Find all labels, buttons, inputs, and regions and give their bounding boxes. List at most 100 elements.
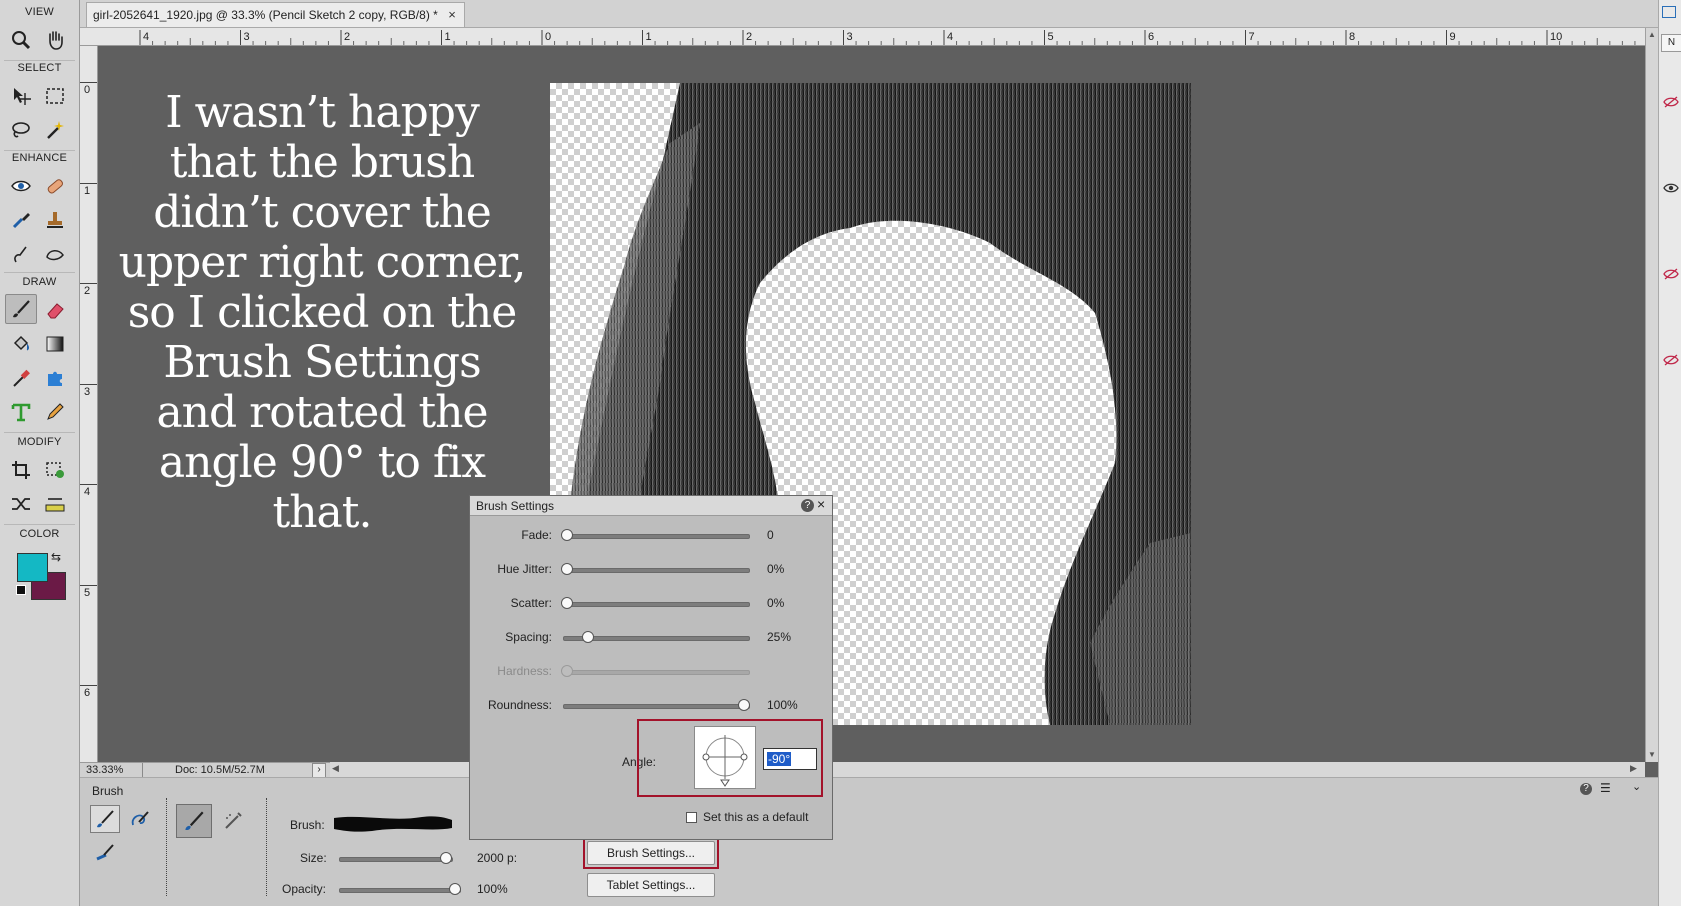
opacity-slider[interactable]: [339, 888, 461, 893]
brush-tool[interactable]: [5, 294, 37, 324]
ruler-label: 3: [84, 385, 91, 398]
swap-colors-icon[interactable]: ⇆: [51, 550, 61, 564]
magic-wand-tool[interactable]: [40, 116, 70, 144]
recompose-tool[interactable]: [40, 456, 70, 484]
ruler-label: 0: [545, 31, 551, 43]
vertical-scrollbar[interactable]: ▲ ▼: [1645, 28, 1658, 762]
size-value[interactable]: 2000 p:: [477, 851, 517, 865]
type-tool[interactable]: [6, 398, 36, 426]
set-default-checkbox[interactable]: [686, 812, 697, 823]
eraser-icon: [47, 303, 64, 319]
paint-bucket-tool[interactable]: [6, 330, 36, 358]
straighten-tool[interactable]: [40, 490, 70, 518]
section-enhance-label: ENHANCE: [11, 152, 68, 164]
setting-slider[interactable]: [563, 602, 750, 607]
hidden-layer-eye-icon[interactable]: [1663, 268, 1679, 280]
scroll-left-icon[interactable]: ◀: [332, 763, 339, 774]
setting-slider-thumb[interactable]: [561, 597, 573, 609]
brush-mode-button[interactable]: [90, 805, 120, 833]
opacity-slider-thumb[interactable]: [449, 883, 461, 895]
ruler-major-tick: [80, 283, 97, 284]
zoom-tool[interactable]: [6, 26, 36, 54]
sponge-tool[interactable]: [40, 240, 70, 268]
move-tool[interactable]: [6, 82, 36, 110]
slider-value: 0%: [767, 562, 785, 576]
slider-value: 0%: [767, 596, 785, 610]
help-icon[interactable]: ?: [1580, 783, 1592, 795]
gradient-tool[interactable]: [40, 330, 70, 358]
close-icon[interactable]: ×: [448, 3, 456, 27]
document-tab[interactable]: girl-2052641_1920.jpg @ 33.3% (Pencil Sk…: [86, 2, 465, 27]
smart-brush-tool[interactable]: [6, 206, 36, 234]
section-select-label: SELECT: [17, 62, 62, 74]
setting-slider-thumb: [561, 665, 573, 677]
setting-slider-thumb[interactable]: [582, 631, 595, 643]
brush-preset-picker[interactable]: [332, 812, 454, 834]
scroll-right-icon[interactable]: ▶: [1630, 763, 1637, 774]
airbrush-off-button[interactable]: [176, 804, 212, 838]
airbrush-button[interactable]: [218, 806, 248, 836]
ruler-label: 7: [1249, 31, 1255, 43]
scroll-up-icon[interactable]: ▲: [1648, 30, 1656, 39]
brush-icon: [185, 811, 204, 831]
recompose-icon: [46, 462, 64, 478]
ruler-label: 6: [1148, 31, 1154, 43]
custom-shape-tool[interactable]: [40, 364, 70, 392]
spot-healing-tool[interactable]: [40, 172, 70, 200]
clone-stamp-tool[interactable]: [40, 206, 70, 234]
impressionist-brush-button[interactable]: [125, 805, 155, 833]
panel-toggle-icon[interactable]: [1662, 6, 1676, 18]
size-slider[interactable]: [339, 857, 453, 862]
slider-label: Fade:: [521, 528, 552, 542]
setting-slider[interactable]: [563, 534, 750, 539]
marquee-tool[interactable]: [40, 82, 70, 110]
ruler-label: 1: [646, 31, 652, 43]
type-icon: [11, 403, 31, 422]
setting-slider[interactable]: [563, 704, 750, 709]
pencil-tool[interactable]: [40, 398, 70, 426]
ruler-major-tick: [80, 383, 97, 385]
ruler-label: 2: [746, 31, 752, 43]
section-color-label: COLOR: [19, 528, 60, 540]
visible-layer-eye-icon[interactable]: [1663, 182, 1679, 194]
crop-tool[interactable]: [6, 456, 36, 484]
ruler-major-tick: [80, 182, 97, 184]
panel-tab-label[interactable]: N: [1661, 34, 1681, 52]
zoom-level[interactable]: 33.33%: [86, 764, 123, 776]
straighten-icon: [45, 498, 65, 512]
setting-slider[interactable]: [563, 568, 750, 573]
eraser-tool[interactable]: [40, 296, 70, 324]
brush-stroke-preview: [334, 816, 452, 832]
options-menu-icon[interactable]: ☰: [1600, 781, 1611, 795]
size-slider-thumb[interactable]: [439, 852, 452, 864]
document-size: Doc: 10.5M/52.7M: [175, 764, 265, 776]
ruler-label: 5: [84, 586, 91, 599]
default-colors-icon[interactable]: [16, 585, 26, 595]
hand-tool[interactable]: [40, 26, 70, 54]
scroll-down-icon[interactable]: ▼: [1648, 750, 1656, 759]
red-eye-tool[interactable]: [6, 172, 36, 200]
lasso-tool[interactable]: [6, 116, 36, 144]
smart-brush-icon: [12, 213, 30, 229]
help-icon[interactable]: ?: [801, 499, 814, 512]
setting-slider-thumb[interactable]: [561, 529, 573, 541]
hidden-layer-eye-icon[interactable]: [1663, 96, 1679, 108]
chevron-down-icon[interactable]: ⌄: [1632, 780, 1641, 793]
ruler-label: 2: [344, 31, 350, 43]
blur-tool[interactable]: [6, 240, 36, 268]
setting-slider-thumb[interactable]: [561, 563, 573, 575]
ruler-label: 4: [143, 31, 149, 43]
slider-value: 100%: [767, 698, 798, 712]
ruler-label: 10: [1550, 31, 1562, 43]
setting-slider-thumb[interactable]: [738, 699, 750, 711]
hidden-layer-eye-icon[interactable]: [1663, 354, 1679, 366]
content-aware-move-tool[interactable]: [6, 490, 36, 518]
opacity-value[interactable]: 100%: [477, 882, 508, 896]
foreground-color-swatch[interactable]: [17, 553, 48, 582]
close-icon[interactable]: ×: [817, 496, 825, 512]
color-replacement-button[interactable]: [90, 838, 120, 866]
dialog-title-bar[interactable]: Brush Settings ? ×: [470, 496, 832, 516]
eyedropper-tool[interactable]: [6, 364, 36, 392]
tablet-settings-button[interactable]: Tablet Settings...: [587, 873, 715, 897]
status-menu-arrow-icon[interactable]: ›: [312, 763, 326, 778]
